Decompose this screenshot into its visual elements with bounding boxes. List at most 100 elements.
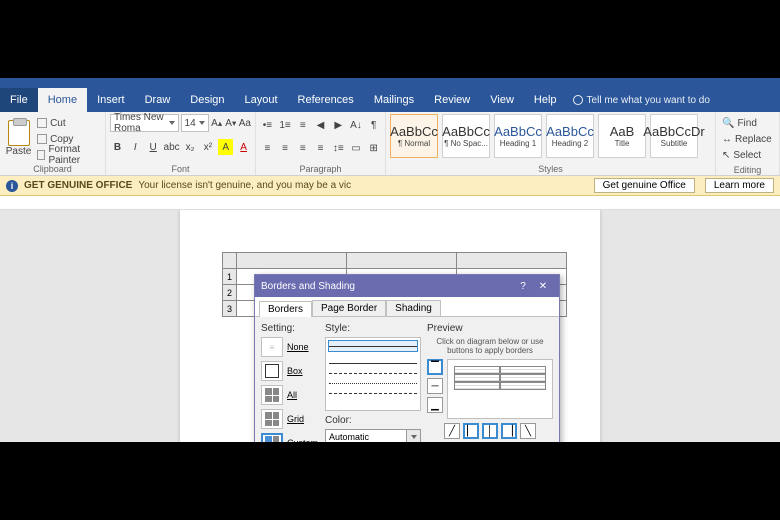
setting-all[interactable]: All — [261, 385, 319, 405]
strike-button[interactable]: abc — [164, 139, 180, 155]
numbering-button[interactable]: 1≡ — [278, 117, 293, 133]
title-bar — [0, 78, 780, 88]
tab-layout[interactable]: Layout — [235, 88, 288, 112]
bullets-button[interactable]: •≡ — [260, 117, 275, 133]
group-label: Paragraph — [260, 163, 381, 175]
help-button[interactable]: ? — [513, 281, 533, 292]
show-marks-button[interactable]: ¶ — [366, 117, 381, 133]
highlight-button[interactable]: A — [218, 139, 233, 155]
tab-draw[interactable]: Draw — [135, 88, 181, 112]
find-button[interactable]: 🔍Find — [722, 116, 772, 130]
search-icon: 🔍 — [722, 118, 734, 129]
setting-grid[interactable]: Grid — [261, 409, 319, 429]
paste-icon — [8, 120, 30, 146]
border-diag1-button[interactable]: ╱ — [444, 423, 460, 439]
style-heading-1[interactable]: AaBbCcHeading 1 — [494, 114, 542, 158]
superscript-button[interactable]: x² — [200, 139, 215, 155]
italic-button[interactable]: I — [128, 139, 143, 155]
tab-shading[interactable]: Shading — [386, 300, 441, 316]
shrink-font-button[interactable]: A▾ — [225, 115, 237, 131]
tab-review[interactable]: Review — [424, 88, 480, 112]
style-heading-2[interactable]: AaBbCcHeading 2 — [546, 114, 594, 158]
align-left-button[interactable]: ≡ — [260, 140, 275, 156]
borders-button[interactable]: ⊞ — [366, 140, 381, 156]
tab-borders[interactable]: Borders — [259, 301, 312, 317]
replace-icon: ↔ — [722, 134, 732, 145]
border-right-button[interactable]: ▕ — [501, 423, 517, 439]
get-genuine-button[interactable]: Get genuine Office — [594, 178, 695, 193]
preview-diagram[interactable] — [447, 359, 553, 419]
tab-references[interactable]: References — [288, 88, 364, 112]
tab-view[interactable]: View — [480, 88, 524, 112]
preview-hint: Click on diagram below or use buttons to… — [427, 337, 553, 355]
paste-button[interactable]: Paste — [4, 114, 33, 163]
style-title[interactable]: AaBTitle — [598, 114, 646, 158]
subscript-button[interactable]: x₂ — [183, 139, 198, 155]
scissors-icon — [37, 118, 47, 128]
style-subtitle[interactable]: AaBbCcDrSubtitle — [650, 114, 698, 158]
sort-button[interactable]: A↓ — [349, 117, 364, 133]
bulb-icon — [573, 95, 583, 105]
font-name-select[interactable]: Times New Roma — [110, 114, 179, 132]
brush-icon — [37, 150, 45, 160]
tab-page-border[interactable]: Page Border — [312, 300, 386, 316]
align-center-button[interactable]: ≡ — [278, 140, 293, 156]
tab-file[interactable]: File — [0, 88, 38, 112]
style-label: Style: — [325, 323, 421, 334]
group-label: Editing — [720, 164, 775, 176]
setting-label: Setting: — [261, 323, 319, 334]
message-bar: i GET GENUINE OFFICE Your license isn't … — [0, 176, 780, 196]
border-left-button[interactable]: ▏ — [463, 423, 479, 439]
group-label: Styles — [390, 163, 711, 175]
group-label: Font — [110, 163, 251, 175]
shading-button[interactable]: ▭ — [349, 140, 364, 156]
copy-icon — [37, 134, 47, 144]
border-vmid-button[interactable]: │ — [482, 423, 498, 439]
multilevel-button[interactable]: ≡ — [295, 117, 310, 133]
ribbon: Paste Cut Copy Format Painter Clipboard … — [0, 112, 780, 176]
format-painter-button[interactable]: Format Painter — [37, 148, 101, 162]
close-button[interactable]: ✕ — [533, 281, 553, 292]
border-top-button[interactable]: ▔ — [427, 359, 443, 375]
inc-indent-button[interactable]: ▶ — [331, 117, 346, 133]
grow-font-button[interactable]: A▴ — [211, 115, 223, 131]
dialog-title-bar[interactable]: Borders and Shading ? ✕ — [255, 275, 559, 297]
style--normal[interactable]: AaBbCc¶ Normal — [390, 114, 438, 158]
border-diag2-button[interactable]: ╲ — [520, 423, 536, 439]
tab-help[interactable]: Help — [524, 88, 567, 112]
document-area: 1 2 3 Borders and Shading ? ✕ Borders Pa… — [0, 210, 780, 442]
line-spacing-button[interactable]: ↕≡ — [331, 140, 346, 156]
cursor-icon: ↖ — [722, 150, 730, 161]
setting-custom[interactable]: Custom — [261, 433, 319, 442]
group-label: Clipboard — [4, 163, 101, 175]
replace-button[interactable]: ↔Replace — [722, 132, 772, 146]
setting-none[interactable]: ≡None — [261, 337, 319, 357]
info-icon: i — [6, 180, 18, 192]
color-label: Color: — [325, 415, 421, 426]
tab-insert[interactable]: Insert — [87, 88, 135, 112]
color-select[interactable]: Automatic — [325, 429, 421, 442]
style-list[interactable] — [325, 337, 421, 411]
preview-label: Preview — [427, 323, 553, 334]
justify-button[interactable]: ≡ — [313, 140, 328, 156]
bold-button[interactable]: B — [110, 139, 125, 155]
align-right-button[interactable]: ≡ — [295, 140, 310, 156]
font-size-select[interactable]: 14 — [181, 114, 209, 132]
select-button[interactable]: ↖Select — [722, 148, 772, 162]
font-color-button[interactable]: A — [236, 139, 251, 155]
ruler[interactable] — [0, 196, 780, 210]
border-bottom-button[interactable]: ▁ — [427, 397, 443, 413]
menu-bar: File Home Insert Draw Design Layout Refe… — [0, 88, 780, 112]
style--no-spac-[interactable]: AaBbCc¶ No Spac... — [442, 114, 490, 158]
learn-more-button[interactable]: Learn more — [705, 178, 774, 193]
border-hmid-button[interactable]: ─ — [427, 378, 443, 394]
tab-mailings[interactable]: Mailings — [364, 88, 424, 112]
dec-indent-button[interactable]: ◀ — [313, 117, 328, 133]
setting-box[interactable]: Box — [261, 361, 319, 381]
tell-me[interactable]: Tell me what you want to do — [573, 95, 710, 106]
cut-button[interactable]: Cut — [37, 116, 101, 130]
underline-button[interactable]: U — [146, 139, 161, 155]
tab-design[interactable]: Design — [180, 88, 234, 112]
tab-home[interactable]: Home — [38, 88, 87, 112]
change-case-button[interactable]: Aa — [239, 115, 251, 131]
